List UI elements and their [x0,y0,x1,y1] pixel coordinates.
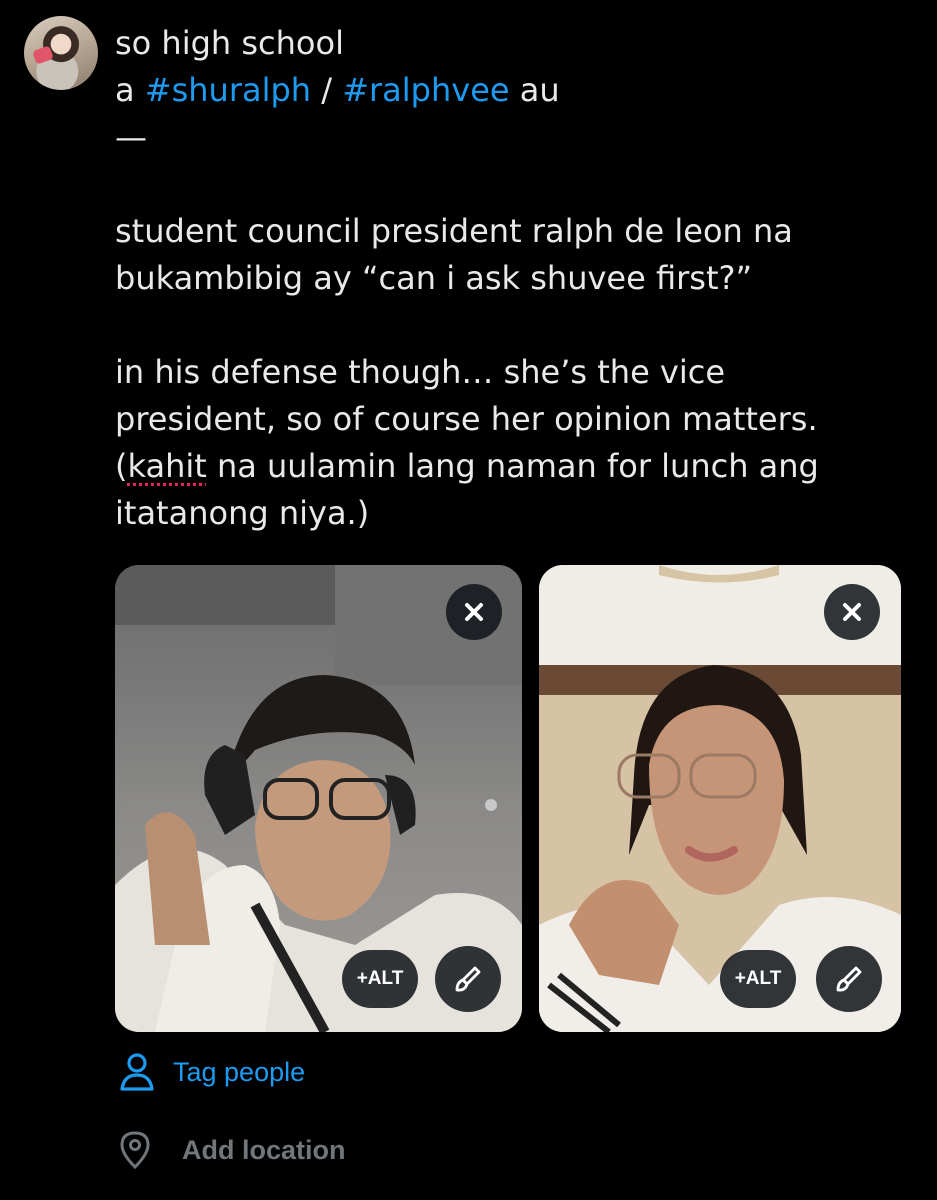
media-attachment-1[interactable]: +ALT [115,565,522,1032]
add-alt-text-button[interactable]: +ALT [342,950,418,1008]
edit-media-button[interactable] [816,946,882,1012]
person-icon [120,1053,154,1091]
compose-line-9: (kahit na uulamin lang naman for lunch a… [115,443,915,490]
tag-people-label: Tag people [173,1056,306,1087]
compose-line-8: president, so of course her opinion matt… [115,400,818,438]
compose-paren: ( [115,447,128,485]
compose-text-a: a [115,71,145,109]
compose-line-5: bukambibig ay “can i ask shuvee first?” [115,259,753,297]
paintbrush-icon [455,966,481,992]
location-pin-icon [120,1131,150,1170]
edit-media-button[interactable] [435,946,501,1012]
compose-line-2: a #shuralph / #ralphvee au [115,67,915,114]
paintbrush-icon [836,966,862,992]
compose-line-10: itatanong niya.) [115,494,370,532]
close-icon [465,603,483,621]
misspelled-word[interactable]: kahit [127,447,206,485]
compose-line-1: so high school [115,24,344,62]
compose-text-au: au [509,71,560,109]
add-location-label: Add location [182,1134,346,1165]
tag-people-button[interactable]: Tag people [118,1050,305,1094]
tweet-compose-text[interactable]: so high school a #shuralph / #ralphvee a… [115,20,915,537]
compose-line-dash: — [115,118,147,156]
remove-media-button[interactable] [446,584,502,640]
user-avatar [24,16,98,90]
compose-line-9-rest: na uulamin lang naman for lunch ang [206,447,819,485]
compose-line-7: in his defense though… she’s the vice [115,353,726,391]
add-alt-text-button[interactable]: +ALT [720,950,796,1008]
media-attachment-2[interactable]: +ALT [539,565,901,1032]
compose-separator: / [311,71,343,109]
compose-line-4: student council president ralph de leon … [115,212,793,250]
hashtag-shuralph[interactable]: #shuralph [145,71,311,109]
remove-media-button[interactable] [824,584,880,640]
hashtag-ralphvee[interactable]: #ralphvee [342,71,509,109]
close-icon [843,603,861,621]
add-location-button[interactable]: Add location [118,1128,346,1172]
